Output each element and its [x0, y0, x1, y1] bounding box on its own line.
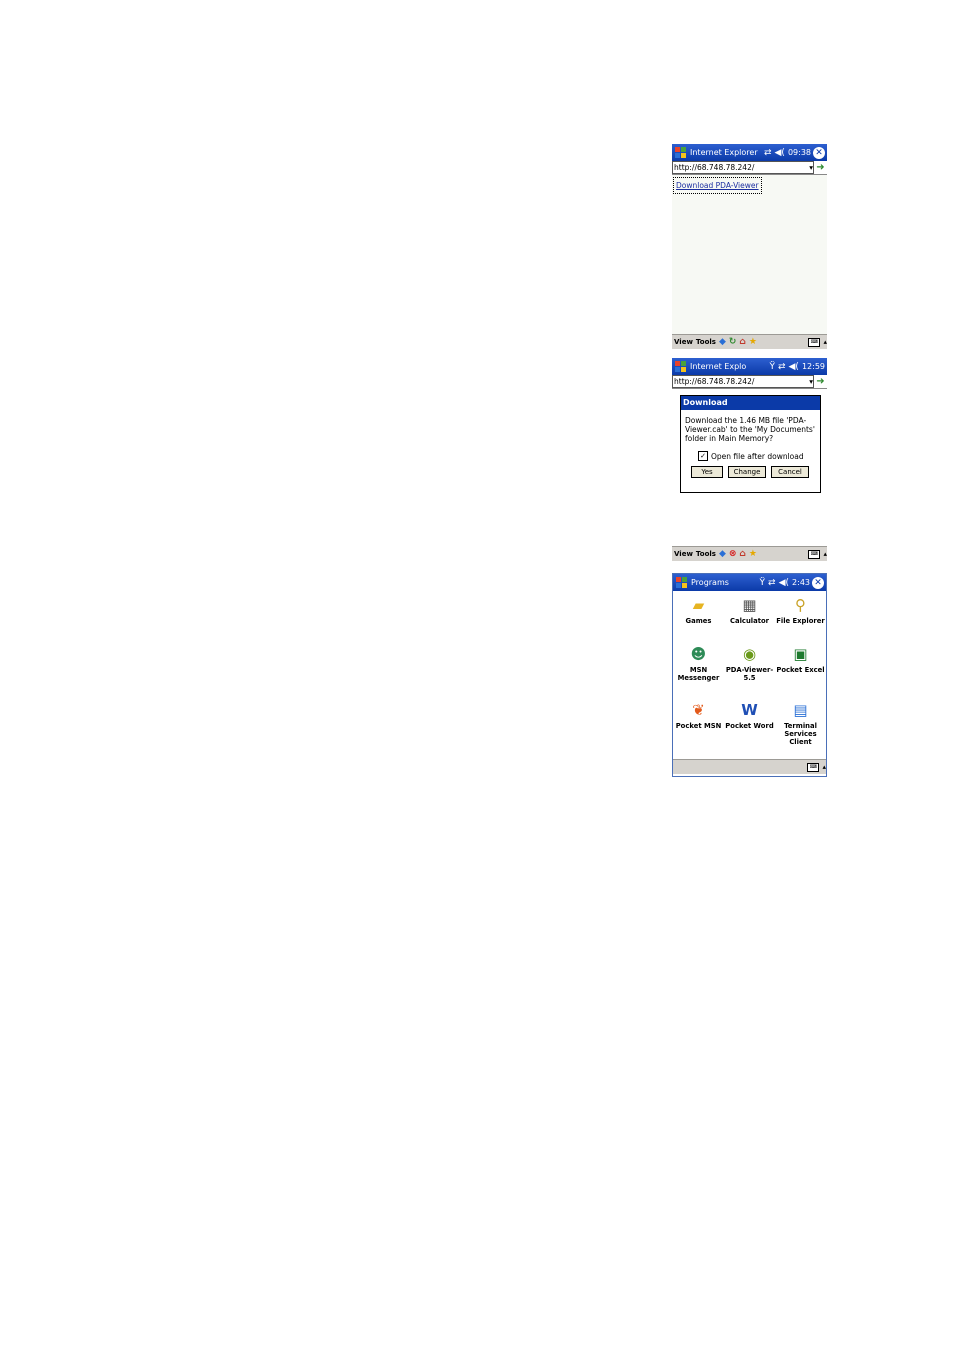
menu-view[interactable]: View [674, 338, 693, 346]
app-pocket-msn[interactable]: ❦ Pocket MSN [673, 700, 724, 759]
games-folder-icon: ▰ [692, 596, 705, 614]
home-icon[interactable]: ⌂ [739, 337, 745, 347]
clock[interactable]: 2:43 [792, 578, 810, 587]
go-icon[interactable]: ➜ [814, 376, 827, 387]
back-icon[interactable]: ◆ [719, 549, 726, 559]
download-dialog: Download Download the 1.46 MB file 'PDA-… [680, 395, 821, 493]
download-link[interactable]: Download PDA-Viewer [673, 177, 762, 194]
close-icon[interactable]: ✕ [812, 576, 824, 589]
file-explorer-icon: ⚲ [795, 596, 806, 614]
menu-view[interactable]: View [674, 550, 693, 558]
stop-icon[interactable]: ⊗ [729, 549, 737, 559]
close-icon[interactable]: ✕ [813, 146, 825, 159]
home-icon[interactable]: ⌂ [739, 549, 745, 559]
start-menu-icon[interactable] [673, 145, 688, 160]
menu-tools[interactable]: Tools [696, 338, 716, 346]
window-title: Programs [691, 578, 729, 587]
yes-button[interactable]: Yes [691, 466, 723, 478]
command-bar: View Tools ◆ ↻ ⌂ ★ ⌨ ▴ [672, 334, 827, 349]
command-bar: ⌨ ▴ [673, 759, 826, 774]
address-bar: http://68.748.78.242/▾ ➜ [672, 375, 827, 389]
favorites-icon[interactable]: ★ [749, 549, 757, 559]
keyboard-icon[interactable]: ⌨ [808, 549, 821, 559]
calculator-icon: ▦ [742, 596, 757, 614]
msn-messenger-icon: ☻ [690, 644, 707, 663]
volume-icon[interactable]: ◀( [775, 148, 785, 158]
input-arrow-icon[interactable]: ▴ [822, 763, 826, 771]
antenna-icon[interactable]: Ÿ [760, 578, 766, 588]
open-after-download[interactable]: ✓ Open file after download [681, 443, 820, 461]
cancel-button[interactable]: Cancel [771, 466, 809, 478]
window-title: Internet Explorer [690, 148, 758, 157]
word-icon: W [741, 701, 758, 720]
go-icon[interactable]: ➜ [814, 162, 827, 173]
page-content: Download PDA-Viewer [672, 175, 827, 334]
excel-icon: ▣ [793, 644, 808, 663]
app-pocket-word[interactable]: W Pocket Word [724, 700, 775, 759]
address-input[interactable]: http://68.748.78.242/▾ [672, 161, 814, 174]
change-button[interactable]: Change [728, 466, 766, 478]
window-title: Internet Explo [690, 362, 747, 371]
antenna-icon[interactable]: Ÿ [769, 362, 775, 372]
app-file-explorer[interactable]: ⚲ File Explorer [775, 595, 826, 638]
clock[interactable]: 09:38 [788, 148, 811, 157]
command-bar: View Tools ◆ ⊗ ⌂ ★ ⌨ ▴ [672, 546, 827, 561]
terminal-services-icon: ▤ [793, 701, 808, 720]
toolbar-screenshot: View Tools ◆ ⊗ ⌂ ★ ⌨ ▴ [672, 546, 827, 562]
connectivity-icon[interactable]: ⇄ [764, 148, 772, 158]
input-arrow-icon[interactable]: ▴ [823, 550, 827, 558]
clock[interactable]: 12:59 [802, 362, 825, 371]
title-bar: Programs Ÿ ⇄ ◀( 2:43 ✕ [673, 574, 826, 591]
title-bar: Internet Explo Ÿ ⇄ ◀( 12:59 [672, 358, 827, 375]
connectivity-icon[interactable]: ⇄ [778, 362, 786, 372]
app-pda-viewer[interactable]: ◉ PDA-Viewer-5.5 [724, 644, 775, 695]
connectivity-icon[interactable]: ⇄ [768, 578, 776, 588]
input-arrow-icon[interactable]: ▴ [823, 338, 827, 346]
program-grid: ▰ Games ▦ Calculator ⚲ File Explorer ☻ M… [673, 591, 826, 759]
dropdown-arrow-icon[interactable]: ▾ [809, 162, 813, 173]
msn-butterfly-icon: ❦ [692, 701, 705, 720]
app-terminal-services[interactable]: ▤ Terminal Services Client [775, 700, 826, 759]
refresh-icon[interactable]: ↻ [729, 337, 737, 347]
start-menu-icon[interactable] [673, 359, 688, 374]
title-bar: Internet Explorer ⇄ ◀( 09:38 ✕ [672, 144, 827, 161]
menu-tools[interactable]: Tools [696, 550, 716, 558]
pda-viewer-icon: ◉ [742, 644, 757, 663]
checkbox-label: Open file after download [711, 451, 804, 461]
start-menu-icon[interactable] [674, 575, 689, 590]
download-screenshot: Internet Explo Ÿ ⇄ ◀( 12:59 http://68.74… [672, 358, 827, 392]
dialog-message: Download the 1.46 MB file 'PDA-Viewer.ca… [685, 416, 815, 443]
dialog-title: Download [681, 396, 820, 410]
volume-icon[interactable]: ◀( [779, 578, 789, 588]
app-pocket-excel[interactable]: ▣ Pocket Excel [775, 644, 826, 695]
keyboard-icon[interactable]: ⌨ [807, 762, 820, 772]
keyboard-icon[interactable]: ⌨ [808, 337, 821, 347]
programs-screenshot: Programs Ÿ ⇄ ◀( 2:43 ✕ ▰ Games ▦ Calcula… [672, 573, 827, 777]
app-games[interactable]: ▰ Games [673, 595, 724, 638]
address-bar: http://68.748.78.242/▾ ➜ [672, 161, 827, 175]
back-icon[interactable]: ◆ [719, 337, 726, 347]
ie-screenshot: Internet Explorer ⇄ ◀( 09:38 ✕ http://68… [672, 144, 827, 349]
volume-icon[interactable]: ◀( [789, 362, 799, 372]
dropdown-arrow-icon[interactable]: ▾ [809, 376, 813, 387]
app-msn-messenger[interactable]: ☻ MSN Messenger [673, 644, 724, 695]
app-calculator[interactable]: ▦ Calculator [724, 595, 775, 638]
favorites-icon[interactable]: ★ [749, 337, 757, 347]
checkbox[interactable]: ✓ [698, 451, 708, 461]
address-input[interactable]: http://68.748.78.242/▾ [672, 375, 814, 388]
